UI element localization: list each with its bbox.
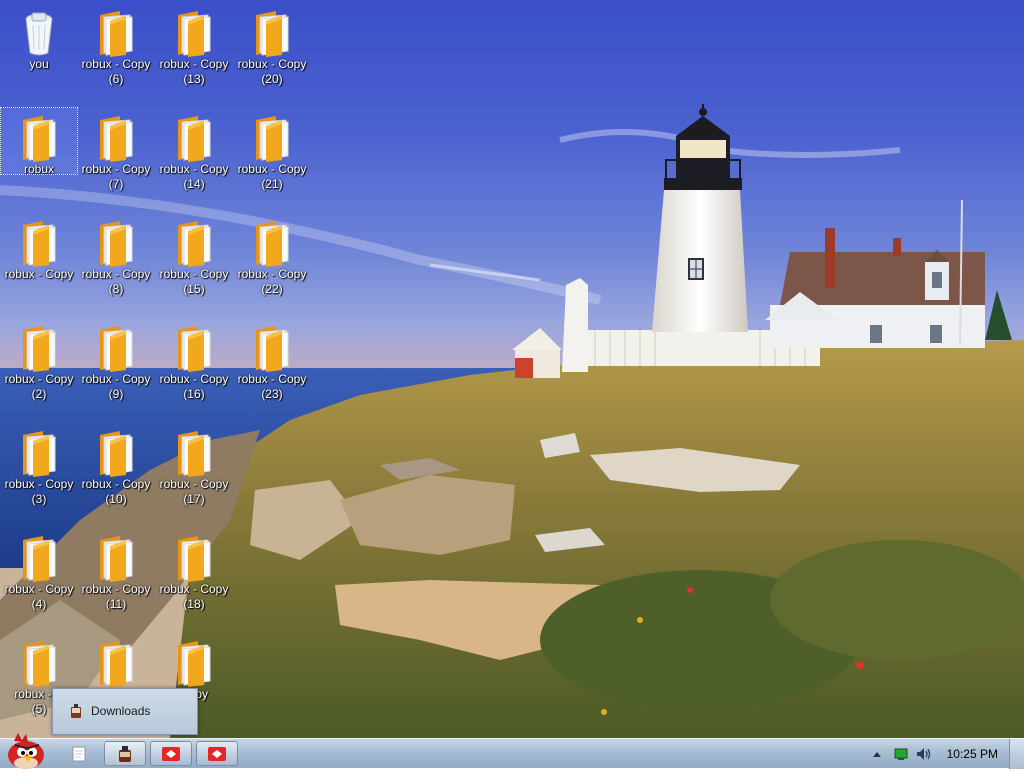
- downloads-icon: [119, 745, 131, 762]
- folder-icon: [252, 324, 292, 372]
- folder-icon: [19, 639, 59, 687]
- taskbar-button-app-1[interactable]: [150, 741, 192, 766]
- folder-icon: [174, 639, 214, 687]
- folder-icon: [252, 9, 292, 57]
- folder-desktop-icon[interactable]: robux - Copy (7): [78, 108, 154, 208]
- recycle-bin-icon: [19, 9, 59, 57]
- desktop[interactable]: you robux robux - Copy robux - Copy (2) robu…: [0, 0, 1024, 738]
- folder-desktop-icon[interactable]: robux - Copy (17): [156, 423, 232, 523]
- start-button[interactable]: [2, 733, 48, 769]
- folder-icon: [96, 534, 136, 582]
- taskbar-button-app-2[interactable]: [196, 741, 238, 766]
- folder-desktop-icon[interactable]: robux - Copy (8): [78, 213, 154, 313]
- folder-icon: [19, 324, 59, 372]
- folder-icon: [96, 114, 136, 162]
- folder-desktop-icon[interactable]: robux - Copy (11): [78, 528, 154, 628]
- folder-icon: [96, 639, 136, 687]
- desktop-icon-label: robux - Copy (10): [81, 477, 151, 506]
- folder-icon: [96, 324, 136, 372]
- folder-desktop-icon[interactable]: robux - Copy (23): [234, 318, 310, 418]
- folder-icon: [174, 114, 214, 162]
- jump-list-item-label: Downloads: [91, 704, 151, 718]
- folder-desktop-icon[interactable]: robux - Copy (14): [156, 108, 232, 208]
- folder-desktop-icon[interactable]: robux - Copy (22): [234, 213, 310, 313]
- network-icon[interactable]: [894, 747, 908, 761]
- folder-icon: [174, 429, 214, 477]
- folder-desktop-icon[interactable]: robux - Copy (21): [234, 108, 310, 208]
- show-hidden-icons-icon[interactable]: [872, 750, 882, 758]
- desktop-icon-label: you: [29, 57, 49, 71]
- folder-icon: [174, 324, 214, 372]
- jump-list-popup: Downloads: [52, 688, 198, 735]
- volume-icon[interactable]: [916, 747, 932, 761]
- desktop-icon-label: robux - Copy: [4, 267, 74, 281]
- folder-desktop-icon[interactable]: robux - Copy (4): [1, 528, 77, 628]
- folder-desktop-icon[interactable]: robux - Copy (2): [1, 318, 77, 418]
- folder-icon: [252, 219, 292, 267]
- folder-desktop-icon[interactable]: robux - Copy (10): [78, 423, 154, 523]
- desktop-icon-label: robux - Copy (20): [237, 57, 307, 86]
- recycle-bin-desktop-icon[interactable]: you: [1, 3, 77, 103]
- folder-icon: [96, 9, 136, 57]
- folder-desktop-icon[interactable]: robux - Copy (18): [156, 528, 232, 628]
- desktop-icon-label: robux - Copy (22): [237, 267, 307, 296]
- folder-desktop-icon[interactable]: robux - Copy (9): [78, 318, 154, 418]
- desktop-icon-label: robux - Copy (8): [81, 267, 151, 296]
- desktop-icon-label: robux - Copy (6): [81, 57, 151, 86]
- desktop-icon-label: robux - Copy (2): [4, 372, 74, 401]
- desktop-icon-label: robux - Copy (23): [237, 372, 307, 401]
- folder-icon: [96, 429, 136, 477]
- folder-icon: [252, 114, 292, 162]
- system-tray: 10:25 PM: [864, 739, 1024, 769]
- red-app-icon: [162, 746, 180, 761]
- document-icon: [72, 746, 86, 761]
- downloads-icon: [71, 704, 81, 718]
- red-app-icon: [208, 746, 226, 761]
- desktop-icon-label: robux - Copy (17): [159, 477, 229, 506]
- angry-bird-orb-icon: [8, 733, 44, 769]
- folder-desktop-icon[interactable]: robux - Copy (6): [78, 3, 154, 103]
- desktop-icon-label: robux: [23, 162, 55, 176]
- folder-desktop-icon[interactable]: robux - Copy (20): [234, 3, 310, 103]
- folder-icon: [19, 114, 59, 162]
- desktop-icon-label: robux - Copy (16): [159, 372, 229, 401]
- folder-desktop-icon[interactable]: robux - Copy (13): [156, 3, 232, 103]
- folder-icon: [19, 534, 59, 582]
- desktop-icon-label: robux - Copy (18): [159, 582, 229, 611]
- folder-icon: [174, 219, 214, 267]
- folder-icon: [19, 219, 59, 267]
- show-desktop-button[interactable]: [1009, 739, 1024, 769]
- folder-desktop-icon[interactable]: robux - Copy (3): [1, 423, 77, 523]
- desktop-icon-label: robux - Copy (11): [81, 582, 151, 611]
- desktop-icon-label: robux - Copy (3): [4, 477, 74, 506]
- folder-icon: [174, 534, 214, 582]
- folder-desktop-icon[interactable]: robux - Copy (15): [156, 213, 232, 313]
- desktop-icon-label: robux - Copy (7): [81, 162, 151, 191]
- folder-desktop-icon[interactable]: robux - Copy: [1, 213, 77, 313]
- taskbar-clock[interactable]: 10:25 PM: [947, 747, 998, 761]
- desktop-icon-label: robux - Copy (9): [81, 372, 151, 401]
- folder-icon: [96, 219, 136, 267]
- jump-list-item-downloads[interactable]: Downloads: [57, 694, 193, 728]
- folder-desktop-icon[interactable]: robux: [0, 107, 78, 176]
- taskbar-button-notepad[interactable]: [58, 741, 100, 766]
- taskbar-button-downloads[interactable]: [104, 741, 146, 766]
- taskbar: 10:25 PM: [0, 733, 1024, 769]
- desktop-icon-label: robux - Copy (4): [4, 582, 74, 611]
- folder-icon: [174, 9, 214, 57]
- desktop-icon-label: robux - Copy (15): [159, 267, 229, 296]
- desktop-icon-label: robux - Copy (21): [237, 162, 307, 191]
- folder-icon: [19, 429, 59, 477]
- desktop-icon-label: robux - Copy (13): [159, 57, 229, 86]
- folder-desktop-icon[interactable]: robux - Copy (16): [156, 318, 232, 418]
- desktop-icon-label: robux - Copy (14): [159, 162, 229, 191]
